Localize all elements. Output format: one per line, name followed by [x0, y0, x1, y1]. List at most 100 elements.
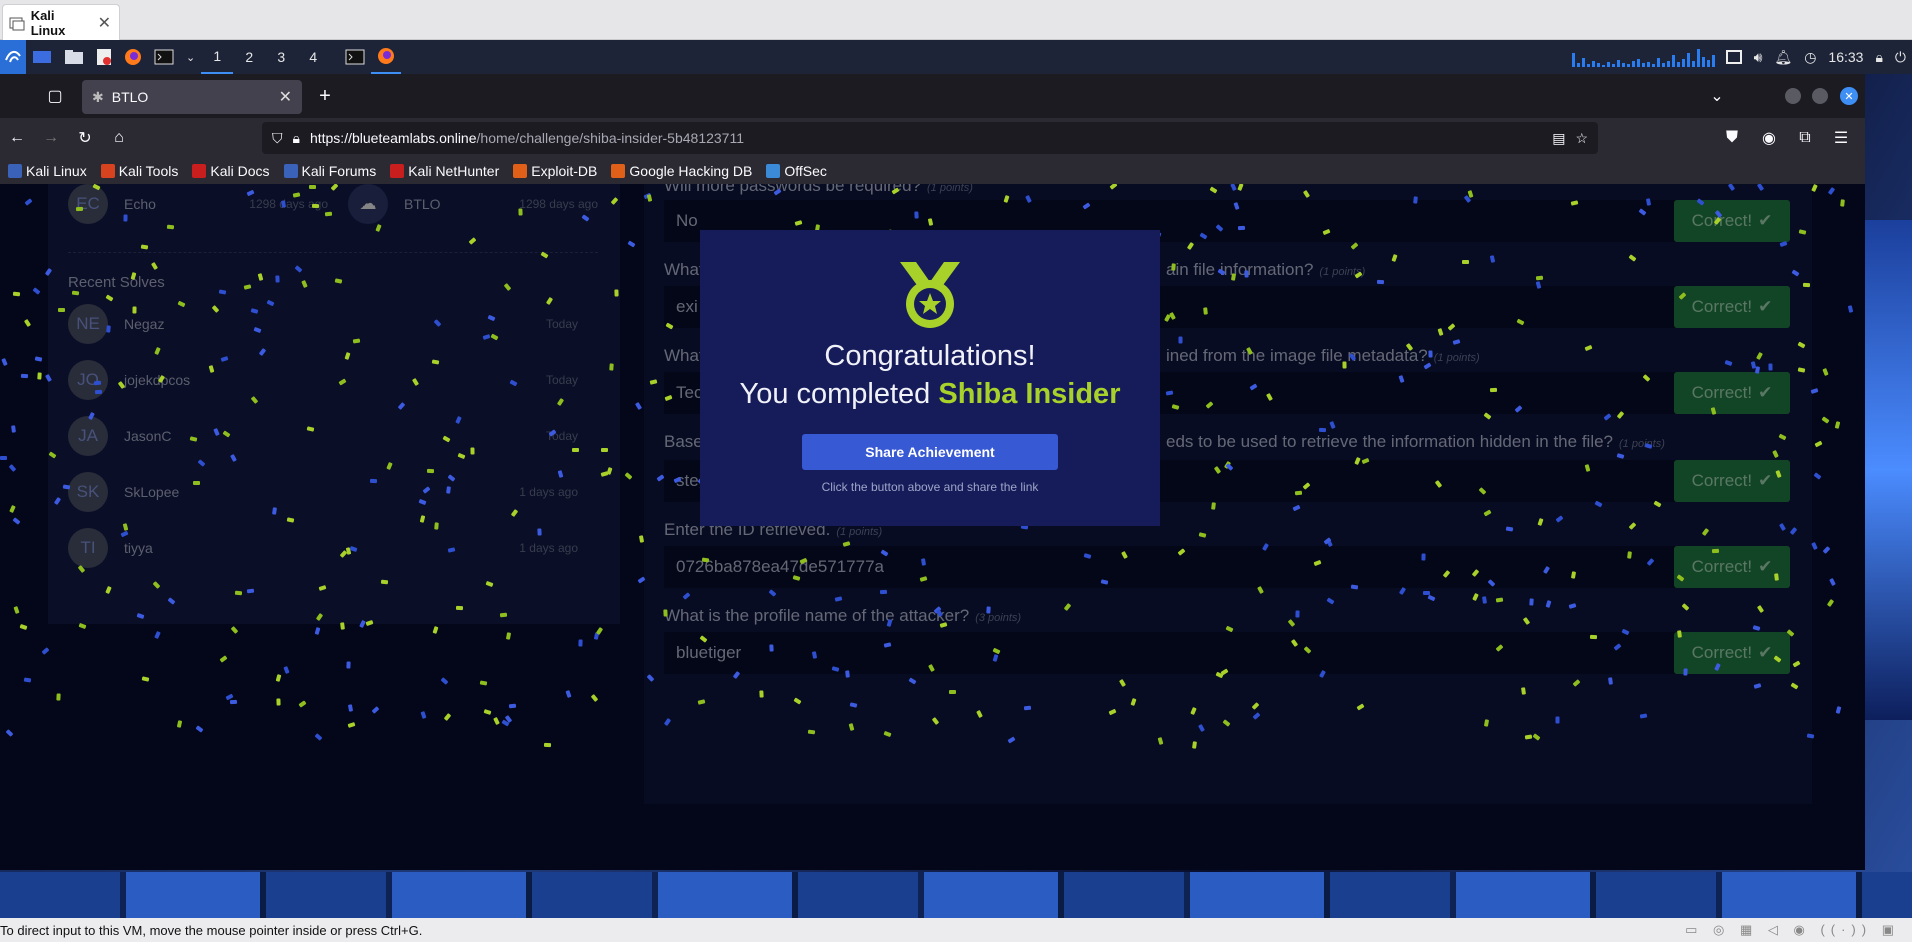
congratulations-title: Congratulations!: [824, 340, 1036, 372]
menu-icon[interactable]: ☰: [1824, 121, 1858, 155]
confetti-piece: [276, 698, 281, 706]
vm-tab-title: Kali Linux: [30, 7, 66, 38]
notification-icon[interactable]: 🔔︎: [1768, 40, 1798, 74]
confetti-piece: [1318, 427, 1327, 433]
taskbar-terminal[interactable]: [339, 40, 371, 74]
confetti-piece: [1535, 275, 1544, 281]
close-tab-icon[interactable]: ✕: [279, 87, 292, 107]
extensions-icon[interactable]: ⧉: [1788, 121, 1822, 155]
confetti-piece: [132, 306, 137, 314]
new-tab-icon[interactable]: +: [308, 79, 342, 113]
wallpaper-tiles: [0, 872, 1912, 918]
vm-tab[interactable]: Kali Linux ✕: [2, 4, 120, 40]
confetti-piece: [123, 214, 128, 222]
workspace-4[interactable]: 4: [297, 40, 329, 74]
bookmark-kali-tools[interactable]: Kali Tools: [100, 163, 178, 179]
url-host: https://blueteamlabs.online: [309, 130, 477, 146]
confetti-piece: [166, 224, 175, 230]
confetti-piece: [1677, 630, 1682, 638]
volume-icon[interactable]: 🔊︎: [1748, 40, 1769, 74]
bookmark-kali-linux[interactable]: Kali Linux: [8, 163, 87, 179]
confetti-piece: [11, 425, 16, 433]
confetti-piece: [537, 528, 542, 536]
confetti-piece: [1294, 490, 1303, 496]
confetti-piece: [56, 693, 61, 701]
reader-view-icon[interactable]: ▤: [1552, 130, 1565, 147]
clock[interactable]: 16:33: [1822, 40, 1869, 74]
confetti-piece: [1342, 361, 1347, 369]
confetti-piece: [1023, 705, 1032, 711]
confetti-piece: [106, 325, 111, 333]
lock-icon[interactable]: 🔒︎: [1869, 40, 1888, 74]
close-icon[interactable]: ✕: [98, 13, 111, 33]
confetti-piece: [193, 481, 200, 485]
confetti-piece: [1608, 677, 1613, 685]
browser-tab[interactable]: ✱ BTLO ✕: [82, 80, 302, 114]
shield-icon[interactable]: ⛉: [272, 130, 283, 147]
bookmark-kali-nethunter[interactable]: Kali NetHunter: [390, 163, 499, 179]
confetti-piece: [446, 486, 451, 494]
list-all-tabs-icon[interactable]: ⌄: [1700, 79, 1734, 113]
bookmark-kali-forums[interactable]: Kali Forums: [283, 163, 376, 179]
workspace-3[interactable]: 3: [265, 40, 297, 74]
challenge-name: Shiba Insider: [938, 378, 1121, 410]
firefox-launcher-icon[interactable]: [118, 40, 148, 74]
kali-icon: [8, 164, 22, 178]
home-icon[interactable]: ⌂: [102, 121, 136, 155]
workspace-1[interactable]: 1: [201, 40, 234, 74]
browser-tab-bar: ▢ ✱ BTLO ✕ + ⌄ ✕: [0, 74, 1865, 118]
confetti-piece: [578, 639, 583, 647]
forward-icon[interactable]: →: [34, 121, 68, 155]
confetti-piece: [340, 622, 345, 630]
account-icon[interactable]: ◉: [1752, 121, 1786, 155]
taskbar-firefox[interactable]: [371, 40, 402, 74]
vm-icon: [9, 17, 25, 30]
confetti-piece: [769, 644, 774, 652]
offsec-icon: [766, 164, 781, 178]
kali-tools-icon: [100, 164, 115, 178]
confetti-piece: [1521, 687, 1526, 695]
confetti-piece: [20, 373, 29, 379]
reload-icon[interactable]: ↻: [68, 121, 102, 155]
workspace-2[interactable]: 2: [233, 40, 265, 74]
confetti-piece: [701, 557, 710, 563]
ghdb-icon: [611, 164, 626, 178]
file-manager-icon[interactable]: [58, 40, 90, 74]
show-desktop-icon[interactable]: [26, 40, 58, 74]
close-window-icon[interactable]: ✕: [1840, 87, 1858, 105]
power-icon[interactable]: ⏻: [1889, 40, 1912, 74]
confetti-piece: [470, 447, 475, 455]
navigation-bar: ← → ↻ ⌂ ⛉ 🔒︎ https://blueteamlabs.online…: [0, 118, 1865, 158]
confetti-piece: [948, 689, 957, 695]
bookmark-kali-docs[interactable]: Kali Docs: [192, 163, 270, 179]
share-achievement-button[interactable]: Share Achievement: [802, 434, 1058, 470]
text-editor-icon[interactable]: [90, 40, 118, 74]
bookmark-exploit-db[interactable]: Exploit-DB: [513, 163, 597, 179]
tab-overview-icon[interactable]: ▢: [38, 79, 72, 113]
bookmark-google-hacking-db[interactable]: Google Hacking DB: [611, 163, 752, 179]
terminal-launcher-icon[interactable]: [148, 40, 180, 74]
vm-tab-strip: Kali Linux ✕: [0, 0, 1912, 40]
nethunter-icon: [390, 164, 405, 178]
window-icon[interactable]: [1720, 40, 1748, 74]
confetti-piece: [275, 275, 280, 283]
bookmark-offsec[interactable]: OffSec: [766, 163, 827, 179]
bookmark-star-icon[interactable]: ☆: [1575, 130, 1588, 147]
back-icon[interactable]: ←: [0, 121, 34, 155]
confetti-piece: [600, 447, 609, 453]
chevron-down-icon[interactable]: ⌄: [180, 40, 201, 74]
congratulations-modal: Congratulations! You completed Shiba Ins…: [700, 230, 1160, 526]
minimize-icon[interactable]: [1785, 88, 1801, 104]
confetti-piece: [518, 208, 523, 216]
confetti-piece: [1413, 196, 1418, 204]
confetti-piece: [1295, 610, 1300, 618]
maximize-icon[interactable]: [1812, 88, 1828, 104]
address-bar[interactable]: ⛉ 🔒︎ https://blueteamlabs.online/home/ch…: [262, 122, 1598, 154]
confetti-piece: [93, 380, 102, 386]
lock-icon[interactable]: 🔒︎: [293, 130, 300, 147]
kali-menu-icon[interactable]: [0, 40, 26, 74]
confetti-piece: [1627, 551, 1632, 559]
confetti-piece: [508, 703, 517, 709]
pocket-icon[interactable]: ⛊: [1715, 121, 1749, 155]
browser-tab-title: BTLO: [111, 89, 149, 105]
